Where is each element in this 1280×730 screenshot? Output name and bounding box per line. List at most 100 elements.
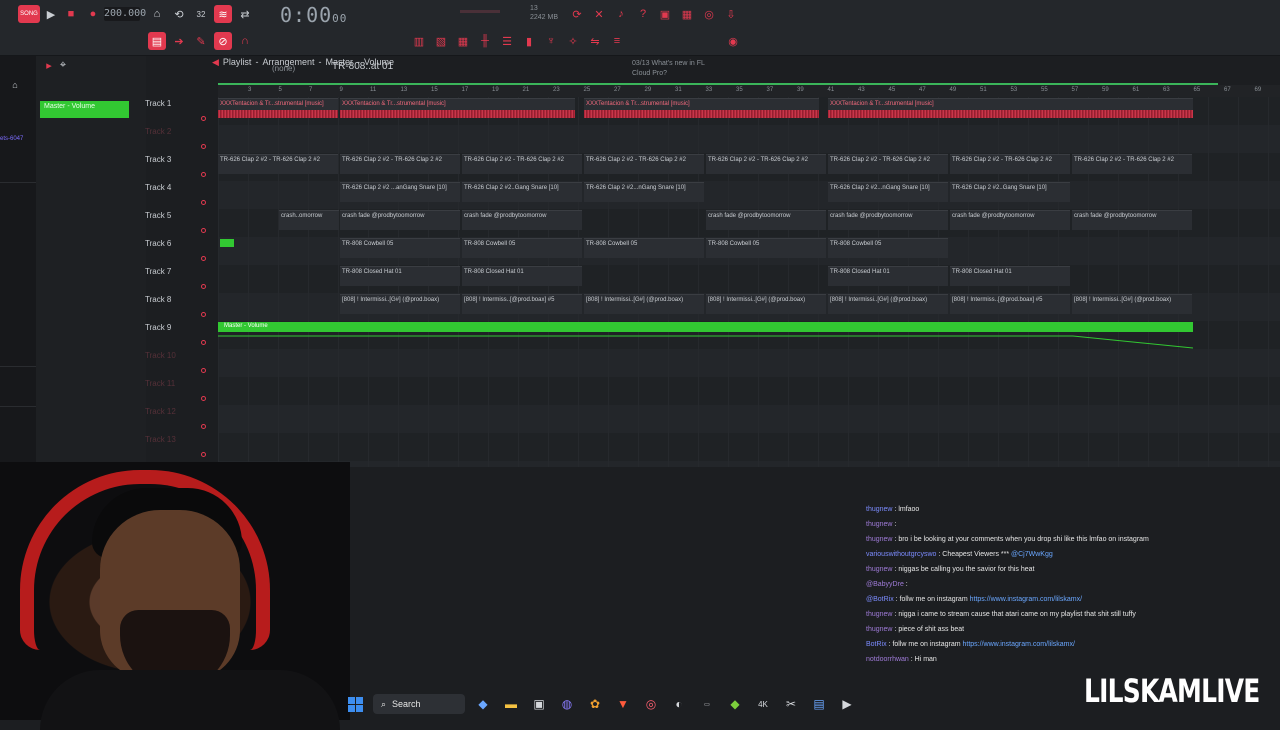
media-player-icon[interactable]: ▶ (837, 695, 857, 713)
arrow-right-icon[interactable]: ➔ (170, 32, 188, 50)
track-label[interactable]: Track 7 (145, 267, 171, 276)
pattern-master-volume[interactable]: Master - Volume (40, 101, 129, 118)
audio-clip[interactable]: XXXTentacion & Tr...strumental [music] (828, 98, 1193, 118)
track-label[interactable]: Track 10 (145, 351, 176, 360)
breadcrumb-item[interactable]: Volume (364, 57, 394, 69)
audio-clip[interactable]: XXXTentacion & Tr...strumental [music] (584, 98, 819, 118)
pattern-clip[interactable]: TR-808 Closed Hat 01 (462, 266, 582, 286)
capcut-icon[interactable]: ✂ (781, 695, 801, 713)
countdown-icon[interactable]: 32 (192, 5, 210, 23)
chat-username[interactable]: thugnew (866, 521, 892, 528)
store-icon[interactable]: ▣ (529, 695, 549, 713)
fl-studio-icon[interactable]: ✿ (585, 695, 605, 713)
track-mute-dot[interactable] (201, 396, 206, 401)
chat-username[interactable]: variouswithoutgrcyswo (866, 551, 936, 558)
file-explorer-icon[interactable]: ▬ (501, 695, 521, 713)
chat-username[interactable]: notdoorrhwan (866, 656, 909, 663)
help-icon[interactable]: ? (634, 5, 652, 23)
track-label[interactable]: Track 5 (145, 211, 171, 220)
pattern-clip[interactable]: [808] ! Intermissi..[G#] (@prod.boax) (584, 294, 704, 314)
pattern-clip[interactable]: TR-808 Cowbell 05 (584, 238, 704, 258)
pattern-clip[interactable]: TR-626 Clap 2 #2 - TR-626 Clap 2 #2 (828, 154, 948, 174)
chat-username[interactable]: @BotRix (866, 596, 894, 603)
pattern-clip[interactable]: TR-626 Clap 2 #2...nGang Snare [10] (584, 182, 704, 202)
fl-cloud-icon[interactable]: ◉ (724, 32, 742, 50)
pattern-clip[interactable]: crash fade @prodbytoomorrow (462, 210, 582, 230)
pattern-clip[interactable]: [808] ! Intermissi..[G#] (@prod.boax) (706, 294, 826, 314)
pattern-clip[interactable]: TR-626 Clap 2 #2 - TR-626 Clap 2 #2 (340, 154, 460, 174)
chat-link[interactable]: @Cj7WwKgg (1011, 551, 1053, 558)
export-icon[interactable]: ⇩ (722, 5, 740, 23)
audio-clip[interactable]: XXXTentacion & Tr...strumental [music] (218, 98, 338, 118)
pattern-clip[interactable]: TR-626 Clap 2 #2 - TR-626 Clap 2 #2 (706, 154, 826, 174)
playlist-grid[interactable]: XXXTentacion & Tr...strumental [music] XX… (218, 97, 1280, 467)
tuner-icon[interactable]: ♆ (542, 32, 560, 50)
app-icon[interactable]: ▭ (697, 695, 717, 713)
stop-icon[interactable]: ■ (62, 5, 80, 23)
pattern-clip[interactable]: TR-626 Clap 2 #2..Gang Snare [10] (950, 182, 1070, 202)
wrench-icon[interactable]: ✧ (564, 32, 582, 50)
chat-icon[interactable]: ◎ (700, 5, 718, 23)
track-label[interactable]: Track 11 (145, 379, 175, 388)
track-label[interactable]: Track 13 (145, 435, 176, 444)
mini-automation-clip[interactable] (220, 239, 234, 247)
mixer-icon[interactable]: ╫ (476, 32, 494, 50)
breadcrumb-item[interactable]: Master (325, 57, 353, 69)
pattern-clip[interactable]: TR-808 Cowbell 05 (706, 238, 826, 258)
pattern-clip[interactable]: TR-626 Clap 2 #2 - TR-626 Clap 2 #2 (950, 154, 1070, 174)
automation-clip-master-volume[interactable]: Master - Volume (218, 322, 1193, 332)
discord-icon[interactable]: ◍ (557, 695, 577, 713)
chat-username[interactable]: thugnew (866, 506, 892, 513)
steam-icon[interactable]: ◐ (669, 695, 689, 713)
pattern-clip[interactable]: crash..omorrow (279, 210, 339, 230)
track-mute-dot[interactable] (201, 368, 206, 373)
chat-username[interactable]: thugnew (866, 611, 892, 618)
pattern-clip[interactable]: TR-808 Cowbell 05 (340, 238, 460, 258)
track-label[interactable]: Track 1 (145, 99, 171, 108)
pattern-clip[interactable]: TR-808 Closed Hat 01 (950, 266, 1070, 286)
pattern-clip[interactable]: crash fade @prodbytoomorrow (950, 210, 1070, 230)
track-mute-dot[interactable] (201, 200, 206, 205)
track-label[interactable]: Track 8 (145, 295, 171, 304)
4k-icon[interactable]: 4K (753, 695, 773, 713)
chat-username[interactable]: thugnew (866, 566, 892, 573)
track-label[interactable]: Track 3 (145, 155, 171, 164)
pattern-clip[interactable]: [808] ! Intermissi..[G#] (@prod.boax) (828, 294, 948, 314)
plugin-icon[interactable]: ▮ (520, 32, 538, 50)
tools-icon[interactable]: ✕ (590, 5, 608, 23)
track-mute-dot[interactable] (201, 172, 206, 177)
pattern-clip[interactable]: [808] ! Intermiss..[@prod.boax] #5 (950, 294, 1070, 314)
wait-icon[interactable]: ⟲ (170, 5, 188, 23)
render-icon[interactable]: ▦ (678, 5, 696, 23)
breadcrumb-item[interactable]: Playlist (223, 57, 252, 69)
track-mute-dot[interactable] (201, 340, 206, 345)
chat-link[interactable]: https://www.instagram.com/lilskamx/ (963, 641, 1075, 648)
metronome-icon[interactable]: ⌂ (148, 5, 166, 23)
draw-icon[interactable]: ✎ (192, 32, 210, 50)
pattern-clip[interactable]: crash fade @prodbytoomorrow (828, 210, 948, 230)
pin-icon[interactable]: ⌖ (54, 56, 72, 74)
chat-username[interactable]: BotRix (866, 641, 887, 648)
chat-username[interactable]: thugnew (866, 536, 892, 543)
pattern-clip[interactable]: TR-626 Clap 2 #2...nGang Snare [10] (828, 182, 948, 202)
timeline-ruler[interactable]: 3 5 7 9 11 13 15 17 19 21 23 25 27 29 31 33 35 37 39 41 43 45… (218, 83, 1280, 97)
track-label[interactable]: Track 4 (145, 183, 171, 192)
pattern-clip[interactable]: crash fade @prodbytoomorrow (1072, 210, 1192, 230)
track-label[interactable]: Track 6 (145, 239, 171, 248)
windows-start-icon[interactable] (345, 695, 365, 713)
pattern-clip[interactable]: [808] ! Intermissi..[G#] (@prod.boax) (340, 294, 460, 314)
arrows-icon[interactable]: ⇋ (586, 32, 604, 50)
track-mute-dot[interactable] (201, 116, 206, 121)
notepad-icon[interactable]: ▤ (809, 695, 829, 713)
pattern-clip[interactable]: TR-626 Clap 2 #2 - TR-626 Clap 2 #2 (584, 154, 704, 174)
track-mute-dot[interactable] (201, 256, 206, 261)
loop-record-icon[interactable]: ⇄ (236, 5, 254, 23)
pattern-clip[interactable]: TR-808 Cowbell 05 (462, 238, 582, 258)
pattern-clip[interactable]: [808] ! Intermiss..[@prod.boax] #5 (462, 294, 582, 314)
chat-username[interactable]: @BabyyDre (866, 581, 904, 588)
magnet-icon[interactable]: ∩ (236, 32, 254, 50)
play-icon[interactable]: ▶ (42, 5, 60, 23)
pattern-clip[interactable]: TR-626 Clap 2 #2 - TR-626 Clap 2 #2 (462, 154, 582, 174)
breadcrumb-item[interactable]: Arrangement (262, 57, 314, 69)
blend-icon[interactable]: ≋ (214, 5, 232, 23)
